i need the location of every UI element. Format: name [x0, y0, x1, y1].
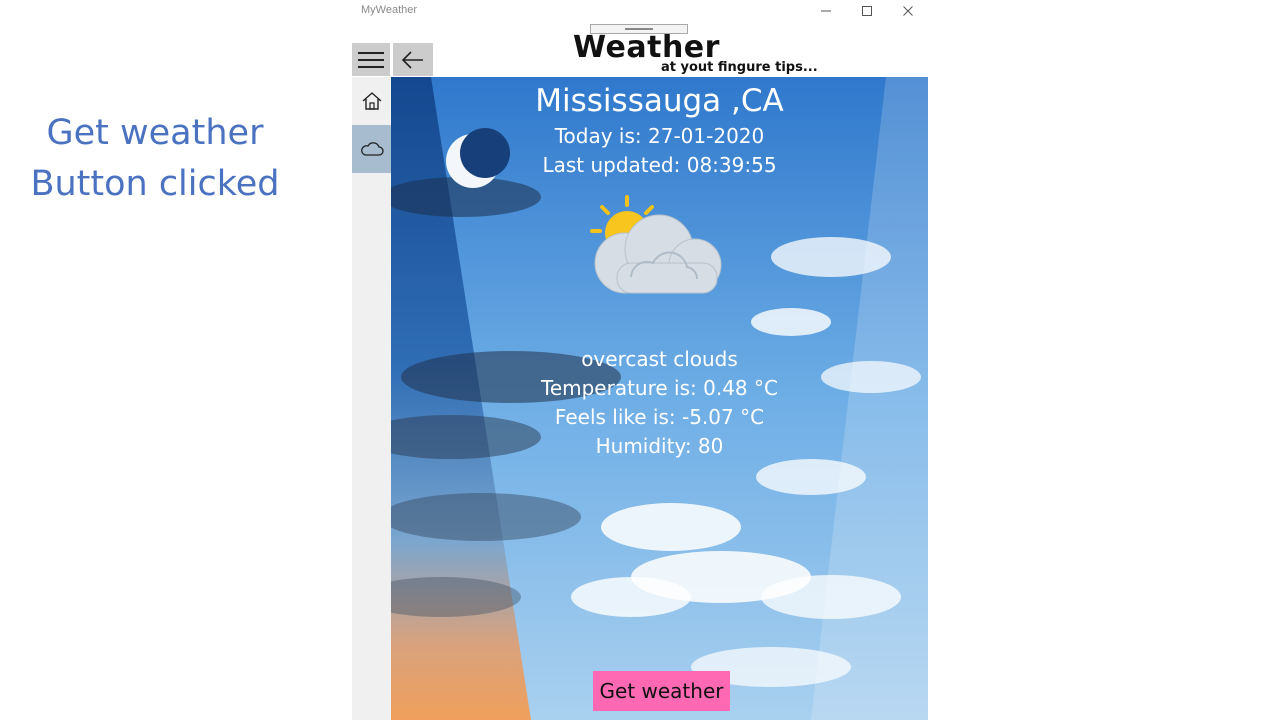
nav-item-weather[interactable]	[352, 125, 391, 173]
maximize-icon	[862, 6, 872, 16]
navigation-pane	[352, 77, 391, 720]
back-arrow-icon	[401, 50, 423, 69]
cloud-icon	[360, 142, 384, 156]
annotation-line-1: Get weather	[46, 113, 264, 153]
title-bar[interactable]: MyWeather	[352, 0, 928, 34]
maximize-button[interactable]	[846, 0, 888, 22]
humidity-text: Humidity: 80	[595, 434, 724, 458]
home-icon	[362, 92, 381, 110]
weather-description: overcast clouds	[581, 347, 738, 371]
weather-panel: Mississauga ,CA Today is: 27-01-2020 Las…	[391, 77, 928, 720]
city-name: Mississauga ,CA	[535, 83, 784, 119]
annotation-line-2: Button clicked	[30, 164, 280, 204]
close-icon	[903, 6, 913, 16]
annotation-text: Get weather Button clicked	[0, 108, 310, 210]
temperature-text: Temperature is: 0.48 °C	[541, 376, 778, 400]
minimize-icon	[821, 10, 831, 12]
window-title: MyWeather	[361, 4, 418, 16]
close-button[interactable]	[887, 0, 928, 22]
nav-item-home[interactable]	[352, 77, 391, 125]
get-weather-button[interactable]: Get weather	[593, 671, 730, 711]
last-updated-text: Last updated: 08:39:55	[542, 153, 777, 177]
app-tagline: at yout fingure tips...	[661, 60, 818, 75]
date-text: Today is: 27-01-2020	[554, 124, 765, 148]
app-window: MyWeather Weather at yout fingure tips..…	[352, 0, 928, 720]
feels-like-text: Feels like is: -5.07 °C	[554, 405, 765, 429]
app-header: Weather at yout fingure tips...	[573, 30, 818, 78]
hamburger-menu-button[interactable]	[352, 43, 390, 76]
minimize-button[interactable]	[805, 0, 847, 22]
partly-cloudy-icon	[590, 195, 722, 294]
back-button[interactable]	[393, 43, 433, 76]
